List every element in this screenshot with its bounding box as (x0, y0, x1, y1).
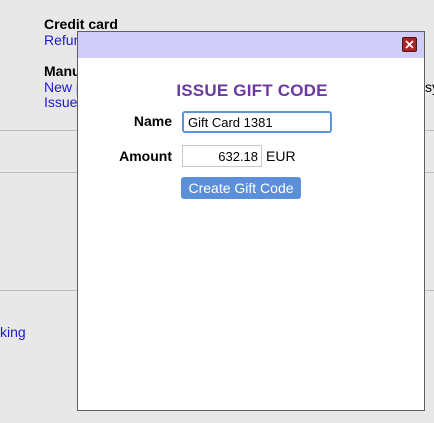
create-gift-code-button[interactable]: Create Gift Code (181, 177, 301, 199)
left-link-fragment[interactable]: king (0, 324, 26, 340)
currency-label: EUR (266, 148, 296, 164)
amount-input[interactable] (182, 145, 262, 167)
name-label: Name (133, 113, 172, 129)
dialog-heading: ISSUE GIFT CODE (176, 81, 328, 100)
name-input[interactable] (182, 111, 332, 133)
credit-card-heading: Credit card (44, 16, 118, 32)
amount-label: Amount (119, 148, 172, 164)
right-text-fragment: sy (425, 79, 434, 95)
close-icon (405, 40, 414, 49)
refund-link[interactable]: Refun (44, 32, 81, 48)
dialog-titlebar (78, 32, 424, 58)
close-button[interactable] (402, 37, 417, 52)
manual-heading: Manu (44, 63, 81, 79)
issue-link[interactable]: Issue (44, 94, 77, 110)
issue-gift-code-dialog: ISSUE GIFT CODE Name Amount EUR Create G… (77, 31, 425, 411)
